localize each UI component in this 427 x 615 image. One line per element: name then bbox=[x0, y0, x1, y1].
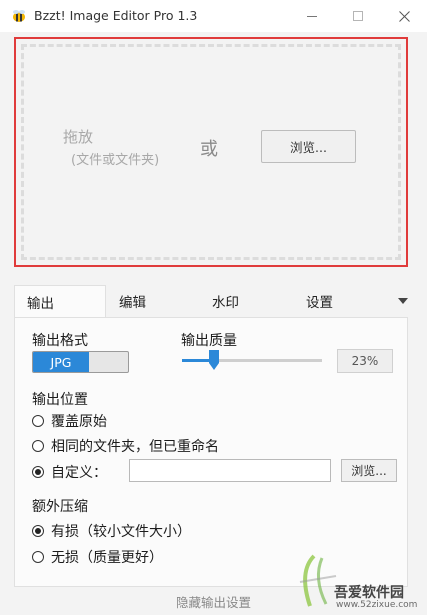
output-location-label: 输出位置 bbox=[32, 392, 88, 408]
maximize-icon bbox=[353, 11, 363, 21]
close-icon bbox=[398, 10, 410, 22]
radio-custom[interactable]: 自定义： bbox=[32, 462, 107, 482]
minimize-button[interactable] bbox=[289, 0, 335, 32]
tab-bar: 输出 编辑 水印 设置 bbox=[14, 285, 408, 317]
window-title: Bzzt! Image Editor Pro 1.3 bbox=[34, 8, 198, 23]
output-quality-label: 输出质量 bbox=[181, 333, 237, 349]
format-toggle[interactable]: JPG bbox=[32, 351, 129, 373]
custom-path-input[interactable] bbox=[129, 459, 331, 482]
radio-button[interactable] bbox=[32, 415, 44, 427]
quality-slider[interactable] bbox=[182, 350, 322, 370]
radio-lossless[interactable]: 无损（质量更好） bbox=[32, 547, 163, 567]
radio-label: 有损（较小文件大小） bbox=[51, 524, 191, 540]
radio-label: 无损（质量更好） bbox=[51, 550, 163, 566]
drop-sublabel: (文件或文件夹) bbox=[71, 153, 160, 168]
format-value: JPG bbox=[33, 352, 89, 372]
output-panel: 输出格式 JPG 输出质量 23% 输出位置 覆盖原始 相同的文件夹，但已重命名… bbox=[14, 317, 408, 587]
tab-settings[interactable]: 设置 bbox=[306, 285, 333, 317]
radio-overwrite-original[interactable]: 覆盖原始 bbox=[32, 411, 107, 431]
radio-label: 自定义： bbox=[51, 465, 107, 481]
watermark-url: www.52zixue.com bbox=[336, 600, 418, 610]
quality-value: 23% bbox=[337, 349, 393, 373]
tab-watermark[interactable]: 水印 bbox=[212, 285, 239, 317]
browse-files-button[interactable]: 浏览... bbox=[261, 130, 356, 163]
drop-label: 拖放 bbox=[63, 128, 94, 146]
close-button[interactable] bbox=[381, 0, 427, 32]
minimize-icon bbox=[307, 15, 317, 17]
radio-button[interactable] bbox=[32, 551, 44, 563]
output-format-label: 输出格式 bbox=[32, 333, 88, 349]
watermark-brand: 吾爱软件园 bbox=[334, 585, 404, 601]
tab-edit[interactable]: 编辑 bbox=[119, 285, 146, 317]
radio-button[interactable] bbox=[32, 440, 44, 452]
radio-same-folder-renamed[interactable]: 相同的文件夹，但已重命名 bbox=[32, 436, 219, 456]
radio-button-checked[interactable] bbox=[32, 466, 44, 478]
extra-compression-label: 额外压缩 bbox=[32, 499, 88, 515]
or-text: 或 bbox=[200, 139, 218, 160]
radio-label: 覆盖原始 bbox=[51, 414, 107, 430]
radio-button-checked[interactable] bbox=[32, 525, 44, 537]
tab-dropdown-arrow-icon[interactable] bbox=[398, 298, 408, 304]
title-bar: Bzzt! Image Editor Pro 1.3 bbox=[0, 0, 427, 32]
drop-zone-highlight[interactable]: 拖放 (文件或文件夹) 或 浏览... bbox=[14, 37, 408, 267]
quality-slider-thumb[interactable] bbox=[209, 350, 219, 370]
radio-lossy[interactable]: 有损（较小文件大小） bbox=[32, 521, 191, 541]
bee-icon bbox=[13, 10, 25, 22]
radio-label: 相同的文件夹，但已重命名 bbox=[51, 439, 219, 455]
browse-path-button[interactable]: 浏览... bbox=[341, 459, 397, 482]
tab-output[interactable]: 输出 bbox=[14, 285, 106, 317]
maximize-button[interactable] bbox=[335, 0, 381, 32]
